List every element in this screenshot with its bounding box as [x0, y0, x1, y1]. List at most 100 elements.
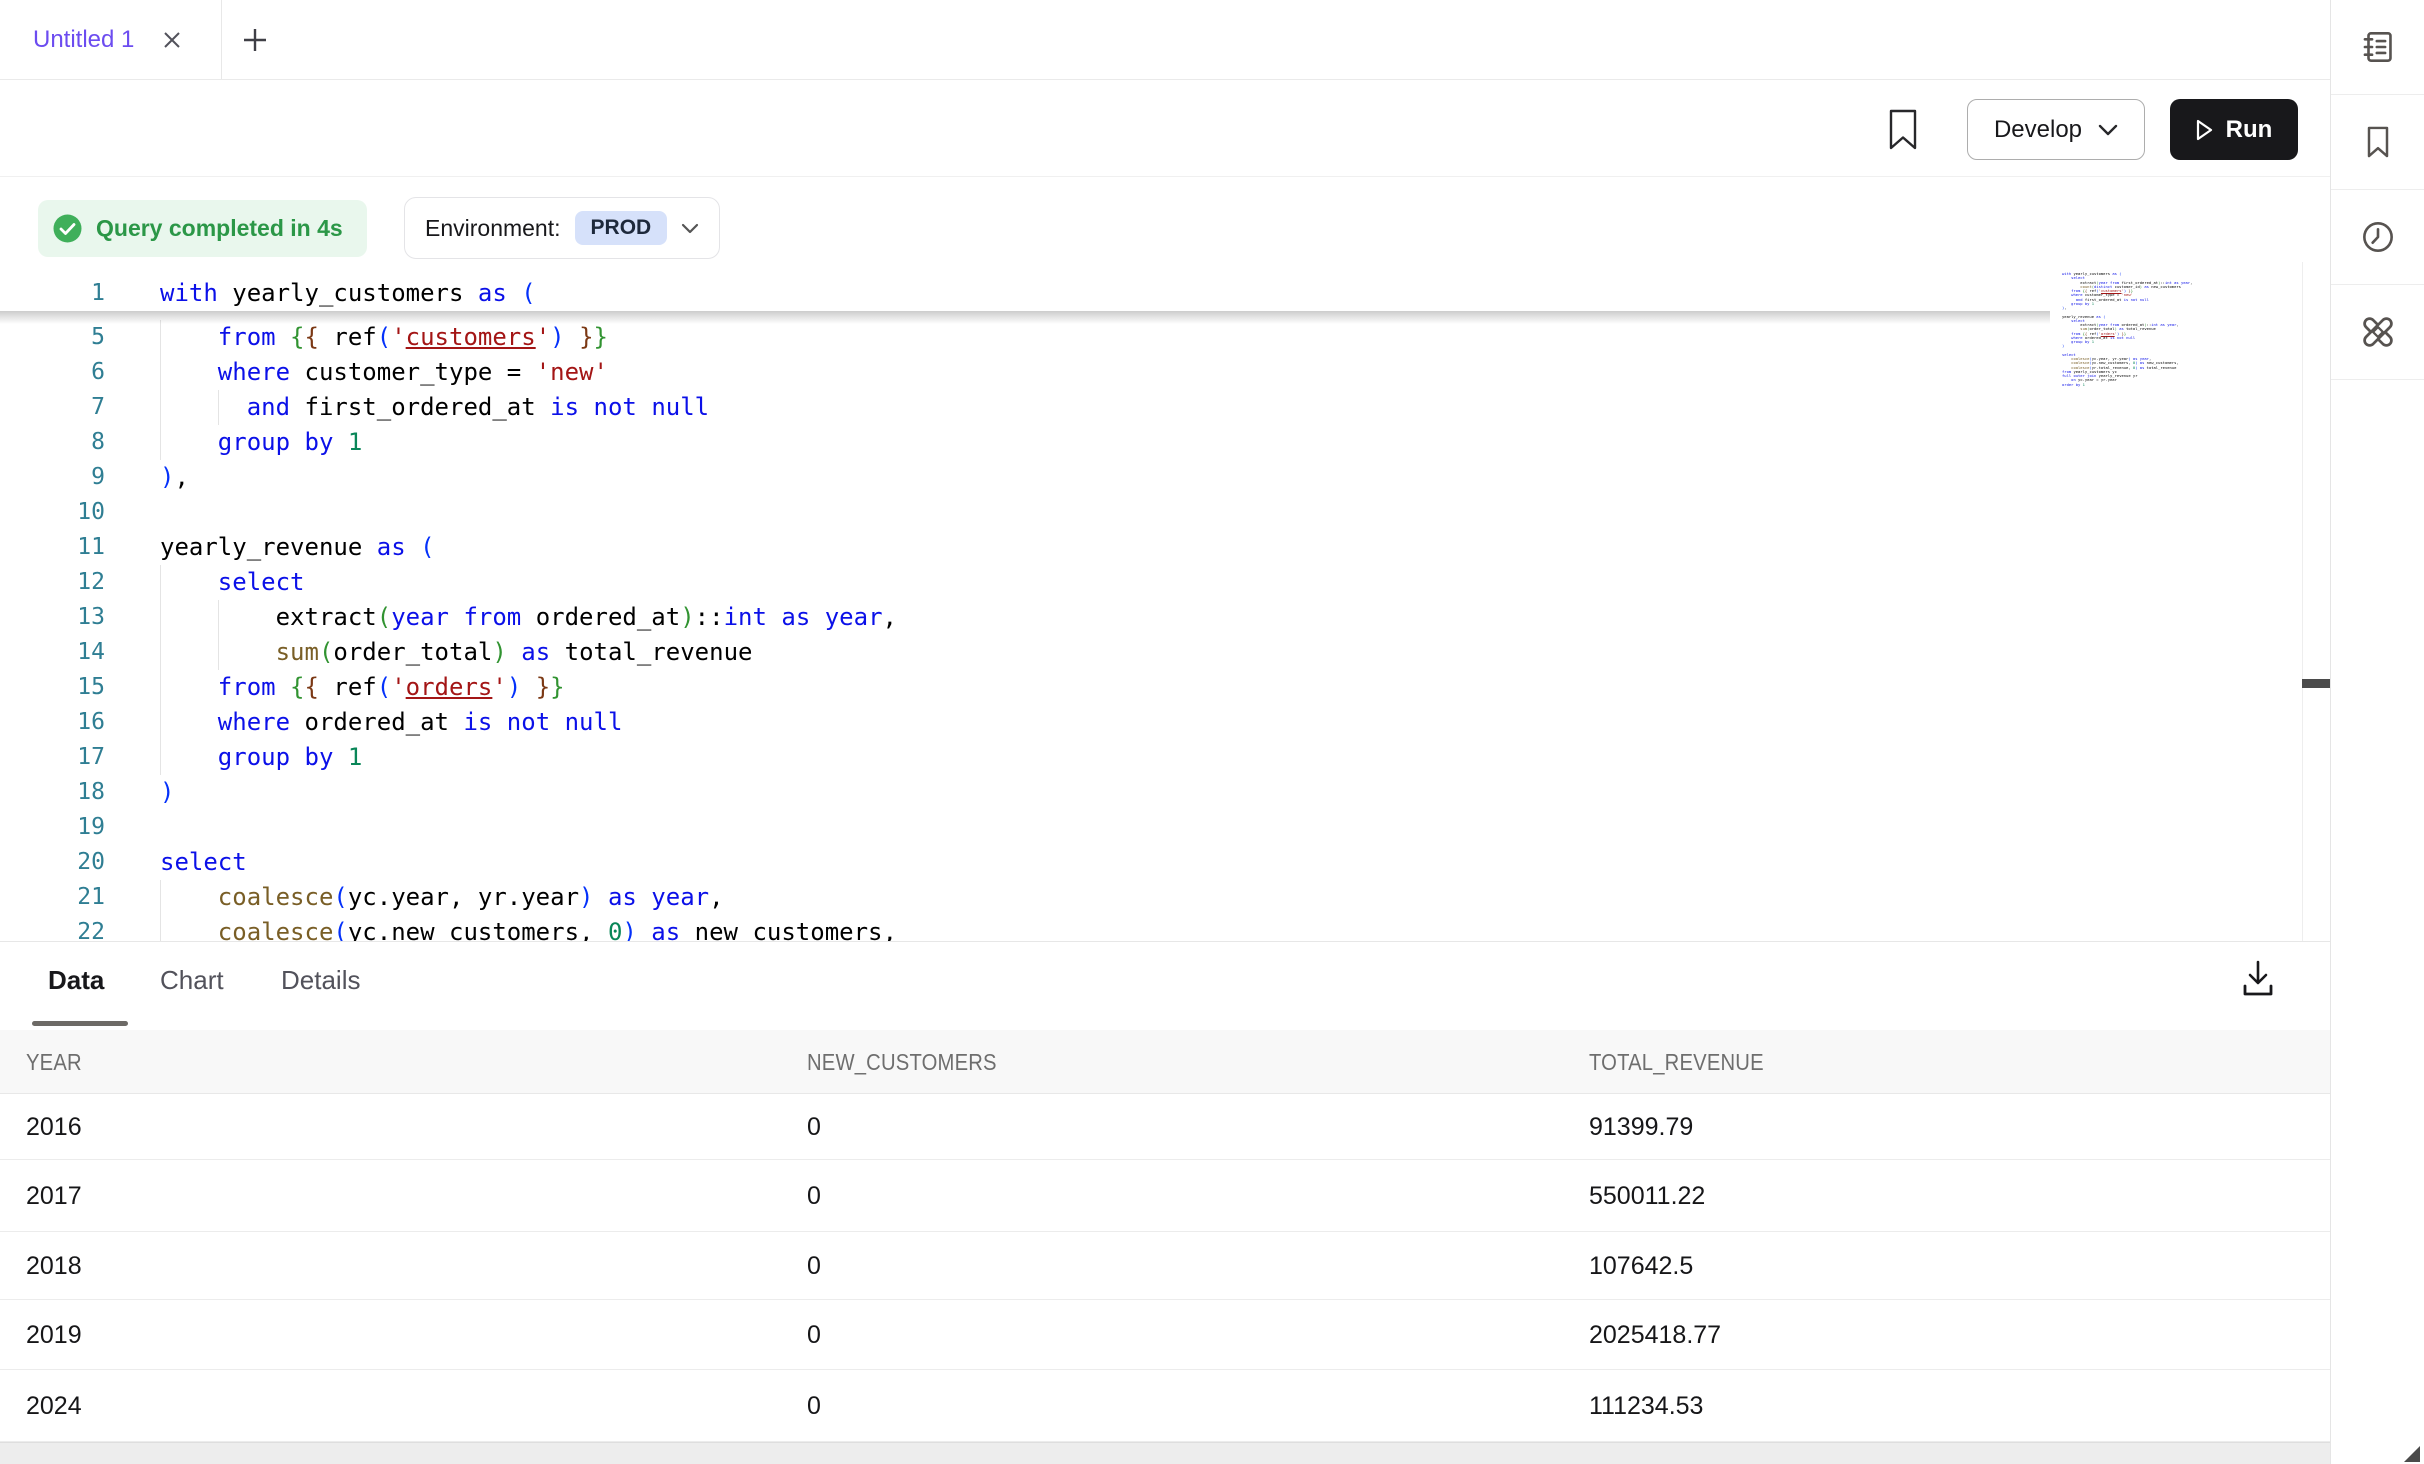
- develop-dropdown[interactable]: Develop: [1967, 99, 2145, 160]
- editor-scrollbar-track: [2302, 262, 2303, 941]
- play-icon: [2196, 119, 2213, 141]
- table-cell: 0: [807, 1370, 821, 1442]
- table-cell: 2025418.77: [1589, 1300, 1721, 1370]
- environment-label: Environment:: [425, 215, 561, 242]
- develop-label: Develop: [1994, 116, 2082, 144]
- environment-value-chip: PROD: [575, 211, 668, 245]
- line-number: 14: [0, 635, 105, 670]
- check-circle-icon: [52, 213, 83, 244]
- code-line-22[interactable]: 22 coalesce(yc.new_customers, 0) as new_…: [0, 915, 2330, 941]
- notebook-icon: [2359, 28, 2397, 66]
- column-header-new_customers[interactable]: NEW_CUSTOMERS: [807, 1030, 997, 1094]
- environment-selector[interactable]: Environment: PROD: [404, 197, 720, 259]
- download-icon[interactable]: [2238, 958, 2278, 1000]
- column-header-year[interactable]: YEAR: [26, 1030, 82, 1094]
- table-cell: 111234.53: [1589, 1370, 1703, 1442]
- minimap[interactable]: with yearly_customers as ( select extrac…: [2062, 272, 2192, 387]
- compass-icon: [2358, 312, 2398, 352]
- table-cell: 550011.22: [1589, 1160, 1705, 1232]
- table-cell: 107642.5: [1589, 1232, 1693, 1300]
- line-number: 16: [0, 705, 105, 740]
- table-row[interactable]: 2024 0 111234.53: [0, 1370, 2330, 1442]
- table-cell: 0: [807, 1095, 821, 1160]
- tab-chart[interactable]: Chart: [160, 958, 224, 1002]
- code-line-11[interactable]: 11yearly_revenue as (: [0, 530, 2330, 565]
- bookmark-icon: [2360, 124, 2396, 160]
- line-number: 20: [0, 845, 105, 880]
- table-cell: 0: [807, 1232, 821, 1300]
- code-line-15[interactable]: 15 from {{ ref('orders') }}: [0, 670, 2330, 705]
- code-line-20[interactable]: 20select: [0, 845, 2330, 880]
- code-line-19[interactable]: 19: [0, 810, 2330, 845]
- table-cell: 2017: [26, 1160, 82, 1232]
- sidebar-item-notebook[interactable]: [2331, 0, 2424, 95]
- sticky-scroll-shadow: [0, 311, 2050, 324]
- editor-scrollbar-thumb[interactable]: [2302, 679, 2330, 688]
- code-line-18[interactable]: 18): [0, 775, 2330, 810]
- chevron-down-icon: [2098, 124, 2118, 136]
- code-line-10[interactable]: 10: [0, 495, 2330, 530]
- query-status-badge: Query completed in 4s: [38, 200, 367, 257]
- line-number: 19: [0, 810, 105, 845]
- sticky-line-1: 1with yearly_customers as (: [0, 276, 2050, 311]
- horizontal-scrollbar-track[interactable]: [0, 1442, 2330, 1464]
- line-number: 7: [0, 390, 105, 425]
- table-cell: 2016: [26, 1095, 82, 1160]
- new-tab-button[interactable]: [240, 25, 270, 55]
- table-row[interactable]: 2018 0 107642.5: [0, 1232, 2330, 1300]
- line-number: 13: [0, 600, 105, 635]
- line-number: 12: [0, 565, 105, 600]
- line-number: 1: [0, 276, 105, 311]
- column-header-total_revenue[interactable]: TOTAL_REVENUE: [1589, 1030, 1764, 1094]
- code-line-16[interactable]: 16 where ordered_at is not null: [0, 705, 2330, 740]
- code-line-12[interactable]: 12 select: [0, 565, 2330, 600]
- sidebar-item-history[interactable]: [2331, 190, 2424, 285]
- code-line-8[interactable]: 8 group by 1: [0, 425, 2330, 460]
- close-tab-icon[interactable]: [158, 26, 186, 54]
- tab-bar: Untitled 1: [0, 0, 2330, 80]
- line-number: 15: [0, 670, 105, 705]
- query-status-text: Query completed in 4s: [96, 215, 343, 242]
- code-line-13[interactable]: 13 extract(year from ordered_at)::int as…: [0, 600, 2330, 635]
- right-sidebar: [2330, 0, 2424, 1464]
- app-window: Untitled 1 Develop Run Query completed i…: [0, 0, 2424, 1464]
- line-number: 21: [0, 880, 105, 915]
- active-tab-underline: [32, 1021, 128, 1026]
- run-label: Run: [2226, 116, 2273, 144]
- table-row[interactable]: 2019 0 2025418.77: [0, 1300, 2330, 1370]
- table-cell: 2019: [26, 1300, 82, 1370]
- sidebar-item-bookmarks[interactable]: [2331, 95, 2424, 190]
- table-row[interactable]: 2016 0 91399.79: [0, 1095, 2330, 1160]
- code-line-14[interactable]: 14 sum(order_total) as total_revenue: [0, 635, 2330, 670]
- chevron-down-icon: [681, 223, 699, 234]
- sql-editor[interactable]: 5 from {{ ref('customers') }}6 where cus…: [0, 262, 2330, 941]
- code-line-17[interactable]: 17 group by 1: [0, 740, 2330, 775]
- tab-data[interactable]: Data: [48, 958, 104, 1002]
- table-cell: 91399.79: [1589, 1095, 1693, 1160]
- code-line-6[interactable]: 6 where customer_type = 'new': [0, 355, 2330, 390]
- table-row[interactable]: 20170550011.22: [0, 1160, 2330, 1232]
- line-number: 22: [0, 915, 105, 941]
- code-line-7[interactable]: 7 and first_ordered_at is not null: [0, 390, 2330, 425]
- table-cell: 2018: [26, 1232, 82, 1300]
- line-number: 5: [0, 320, 105, 355]
- toolbar-divider: [0, 176, 2330, 177]
- results-panel-divider: [0, 941, 2330, 942]
- line-number: 6: [0, 355, 105, 390]
- run-button[interactable]: Run: [2170, 99, 2298, 160]
- history-icon: [2359, 218, 2397, 256]
- table-cell: 2024: [26, 1370, 82, 1442]
- line-number: 8: [0, 425, 105, 460]
- code-line-9[interactable]: 9),: [0, 460, 2330, 495]
- line-number: 18: [0, 775, 105, 810]
- sidebar-item-compass[interactable]: [2331, 285, 2424, 380]
- line-number: 17: [0, 740, 105, 775]
- tab-divider: [221, 0, 222, 79]
- code-line-5[interactable]: 5 from {{ ref('customers') }}: [0, 320, 2330, 355]
- tab-untitled-1[interactable]: Untitled 1: [33, 0, 134, 79]
- resize-grip[interactable]: [2404, 1446, 2420, 1462]
- bookmark-icon[interactable]: [1887, 109, 1919, 151]
- tab-details[interactable]: Details: [281, 958, 360, 1002]
- table-cell: 0: [807, 1300, 821, 1370]
- code-line-21[interactable]: 21 coalesce(yc.year, yr.year) as year,: [0, 880, 2330, 915]
